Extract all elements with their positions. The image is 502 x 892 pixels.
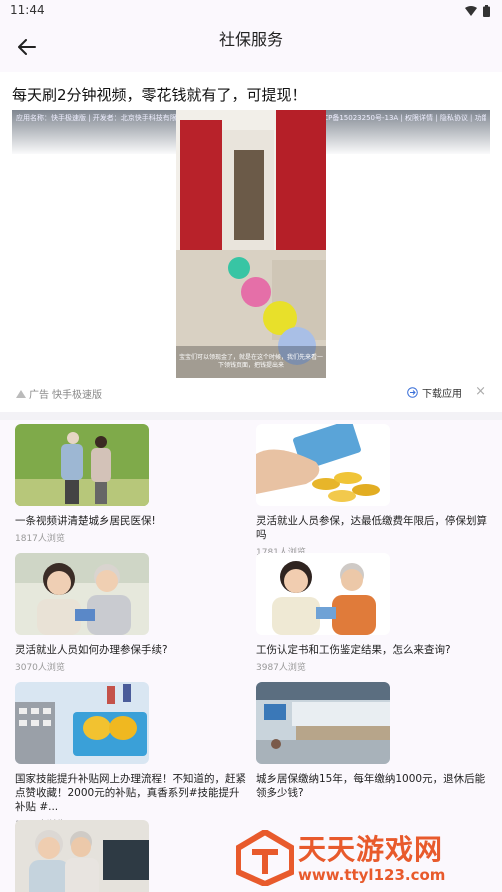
ad-badge-label: 广告 (29, 390, 49, 401)
article-title: 一条视频讲清楚城乡居民医保! (15, 515, 156, 527)
status-time: 11:44 (10, 3, 45, 17)
page-title: 社保服务 (218, 30, 283, 49)
watermark-url: www.ttyl123.com (298, 866, 446, 884)
elderly-couple-smiling-image (15, 553, 149, 635)
ad-video[interactable] (176, 110, 326, 378)
download-app-button[interactable]: 下载应用 (407, 385, 462, 400)
article-title: 灵活就业人员参保，达最低缴费年限后，停保划算吗 (256, 515, 487, 541)
status-bar: 11:44 (0, 0, 502, 22)
watermark-logo-icon (236, 830, 294, 886)
article-thumbnail (15, 682, 149, 764)
elderly-couple-consult-image (15, 820, 149, 892)
ad-footer: 广告 快手极速版 下载应用 × (12, 384, 490, 402)
site-watermark: 天天游戏网 www.ttyl123.com (232, 826, 502, 892)
article-card[interactable] (15, 820, 255, 892)
calculator-coins-image (15, 682, 149, 764)
article-views: 3070人浏览 (15, 663, 65, 673)
article-grid: 一条视频讲清楚城乡居民医保! 1817人浏览 灵活就业人员参保，达最低缴费年限后… (0, 420, 502, 892)
article-title: 灵活就业人员如何办理参保手续? (15, 644, 168, 656)
watermark-title: 天天游戏网 (298, 833, 444, 866)
article-title: 城乡居保缴纳15年，每年缴纳1000元，退休后能领多少钱? (256, 773, 486, 799)
elderly-couple-card-image (256, 553, 390, 635)
article-thumbnail (256, 682, 390, 764)
ad-video-media[interactable]: 应用名称：快手极速版 | 开发者：北京快手科技有限公司 | 应用版本：12.9.… (12, 110, 490, 378)
article-thumbnail (256, 424, 390, 506)
app-bar: 社保服务 (0, 22, 502, 72)
video-frame-image (176, 110, 326, 378)
article-title: 国家技能提升补贴网上办理流程！不知道的，赶紧点赞收藏！2000元的补贴，真香系列… (15, 773, 246, 813)
article-views: 3987人浏览 (256, 663, 306, 673)
article-views: 1817人浏览 (15, 534, 65, 544)
article-card[interactable]: 国家技能提升补贴网上办理流程！不知道的，赶紧点赞收藏！2000元的补贴，真香系列… (15, 682, 255, 830)
ad-headline[interactable]: 每天刷2分钟视频，零花钱就有了，可提现！ (12, 84, 307, 105)
battery-icon (483, 5, 490, 17)
article-card[interactable]: 工伤认定书和工伤鉴定结果，怎么来查询? 3987人浏览 (256, 553, 496, 673)
article-thumbnail (15, 553, 149, 635)
article-thumbnail (15, 820, 149, 892)
article-title: 工伤认定书和工伤鉴定结果，怎么来查询? (256, 644, 451, 656)
ad-badge: 广告 (16, 386, 49, 401)
article-card[interactable]: 城乡居保缴纳15年，每年缴纳1000元，退休后能领多少钱? (256, 682, 496, 800)
ad-logo-icon (16, 389, 26, 398)
wifi-icon (465, 6, 477, 16)
service-hall-image (256, 682, 390, 764)
article-thumbnail (256, 553, 390, 635)
ad-video-caption: 宝宝们可以领现金了，就是在这个时候，我们先来看一下领钱页面，把钱提出来 (178, 354, 323, 369)
download-app-label: 下载应用 (422, 389, 462, 400)
ad-card[interactable]: 每天刷2分钟视频，零花钱就有了，可提现！ 应用名称：快手极速版 | 开发者：北京… (0, 72, 502, 412)
elderly-couple-walking-image (15, 424, 149, 506)
article-card[interactable]: 灵活就业人员参保，达最低缴费年限后，停保划算吗 1781人浏览 (256, 424, 496, 558)
article-card[interactable]: 灵活就业人员如何办理参保手续? 3070人浏览 (15, 553, 255, 673)
article-thumbnail (15, 424, 149, 506)
download-icon (407, 387, 418, 398)
ad-close-button[interactable]: × (475, 384, 486, 399)
card-and-coins-image (256, 424, 390, 506)
status-icons (465, 5, 490, 17)
ad-source: 快手极速版 (52, 390, 102, 401)
article-card[interactable]: 一条视频讲清楚城乡居民医保! 1817人浏览 (15, 424, 255, 544)
